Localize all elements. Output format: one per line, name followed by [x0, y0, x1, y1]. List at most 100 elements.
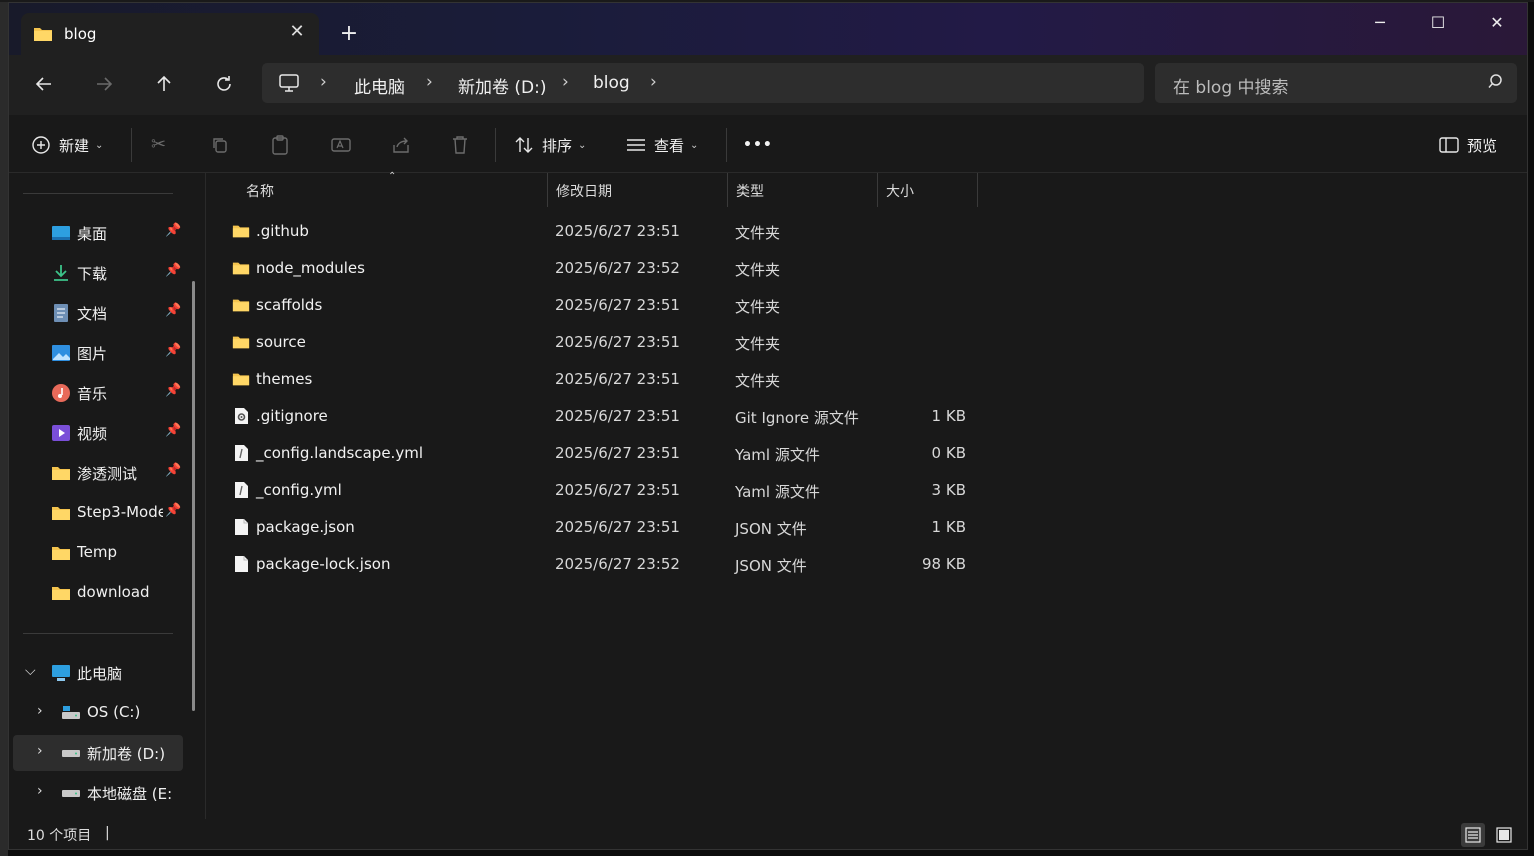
more-options-button[interactable]: •••	[743, 133, 773, 157]
table-row[interactable]: .gitignore 2025/6/27 23:51 Git Ignore 源文…	[228, 398, 988, 435]
maximize-button[interactable]: ☐	[1418, 11, 1458, 35]
table-row[interactable]: package.json 2025/6/27 23:51 JSON 文件 1 K…	[228, 509, 988, 546]
chevron-right-icon[interactable]: ›	[37, 703, 43, 719]
table-row[interactable]: _config.yml 2025/6/27 23:51 Yaml 源文件 3 K…	[228, 472, 988, 509]
cut-button[interactable]: ✂	[151, 133, 166, 157]
sort-button[interactable]: 排序 ⌄	[514, 133, 586, 157]
up-button[interactable]	[147, 73, 181, 99]
table-row[interactable]: _config.landscape.yml 2025/6/27 23:51 Ya…	[228, 435, 988, 472]
toolbar-divider	[726, 128, 727, 162]
forward-button[interactable]	[87, 73, 121, 99]
sidebar-item-desktop[interactable]: 桌面 📌	[13, 215, 183, 251]
refresh-icon	[217, 76, 231, 91]
chevron-down-icon[interactable]: ⌵	[25, 663, 36, 679]
tab-close-button[interactable]: ✕	[286, 21, 308, 43]
sidebar-item-download-folder[interactable]: download	[13, 575, 183, 611]
file-modified: 2025/6/27 23:51	[555, 481, 680, 499]
folder-icon	[52, 507, 70, 520]
file-name: themes	[256, 370, 313, 388]
address-bar[interactable]: › 此电脑 › 新加卷 (D:) › blog ›	[262, 63, 1144, 103]
table-row[interactable]: .github 2025/6/27 23:51 文件夹	[228, 213, 988, 250]
details-view-button[interactable]	[1461, 823, 1485, 847]
copy-button[interactable]	[211, 133, 229, 157]
back-button[interactable]	[27, 73, 61, 99]
column-divider[interactable]	[547, 173, 548, 207]
sidebar-item-documents[interactable]: 文档 📌	[13, 295, 183, 331]
tab-blog[interactable]: blog ✕	[21, 13, 319, 55]
chevron-right-icon[interactable]: ›	[37, 743, 43, 759]
sidebar-item-music[interactable]: 音乐 📌	[13, 375, 183, 411]
breadcrumb-blog[interactable]: blog	[593, 73, 630, 93]
search-box[interactable]: 在 blog 中搜索	[1155, 63, 1517, 103]
thumbnail-view-icon	[1496, 827, 1512, 843]
pin-icon: 📌	[165, 383, 182, 398]
sidebar-item-label: 音乐	[77, 385, 108, 403]
details-view-icon	[1465, 827, 1481, 843]
table-row[interactable]: themes 2025/6/27 23:51 文件夹	[228, 361, 988, 398]
folder-icon	[232, 299, 250, 312]
delete-button[interactable]	[451, 133, 469, 157]
chevron-right-icon[interactable]: ›	[320, 72, 327, 92]
title-bar: blog ✕ + ─ ☐ ✕	[9, 3, 1527, 55]
sidebar-item-downloads[interactable]: 下载 📌	[13, 255, 183, 291]
column-divider[interactable]	[727, 173, 728, 207]
status-bar: 10 个项目 |	[9, 819, 1527, 849]
preview-pane-button[interactable]: 预览	[1439, 133, 1497, 157]
paste-button[interactable]	[271, 133, 289, 157]
status-separator: |	[105, 825, 110, 841]
new-button[interactable]: 新建 ⌄	[31, 133, 103, 157]
monitor-icon	[279, 74, 299, 92]
share-icon	[393, 137, 409, 153]
sidebar-item-drive-d[interactable]: › 新加卷 (D:)	[13, 735, 183, 771]
table-row[interactable]: node_modules 2025/6/27 23:52 文件夹	[228, 250, 988, 287]
breadcrumb-this-pc[interactable]: 此电脑	[354, 73, 405, 98]
file-type: JSON 文件	[735, 520, 807, 538]
sidebar-item-label: 视频	[77, 425, 108, 443]
large-icons-view-button[interactable]	[1492, 823, 1516, 847]
pin-icon: 📌	[165, 223, 182, 238]
chevron-right-icon[interactable]: ›	[426, 72, 433, 92]
refresh-button[interactable]	[207, 73, 241, 99]
file-list: ⌃ 名称 修改日期 类型 大小 .github 2025/6/27 23:51 …	[206, 171, 1527, 819]
column-name[interactable]: 名称	[246, 181, 274, 201]
file-type: 文件夹	[735, 372, 781, 390]
sidebar-item-this-pc[interactable]: ⌵ 此电脑	[13, 655, 183, 691]
view-button[interactable]: 查看 ⌄	[626, 133, 698, 157]
table-row[interactable]: package-lock.json 2025/6/27 23:52 JSON 文…	[228, 546, 988, 583]
sidebar-item-pentest[interactable]: 渗透测试 📌	[13, 455, 183, 491]
file-modified: 2025/6/27 23:51	[555, 444, 680, 462]
sidebar-item-temp[interactable]: Temp	[13, 535, 183, 571]
file-name: node_modules	[256, 259, 365, 277]
chevron-right-icon[interactable]: ›	[650, 72, 657, 92]
sidebar-item-pictures[interactable]: 图片 📌	[13, 335, 183, 371]
sidebar-item-label: 桌面	[77, 225, 108, 243]
folder-icon	[52, 587, 70, 600]
pictures-icon	[52, 345, 70, 361]
rename-icon	[331, 138, 351, 152]
close-window-button[interactable]: ✕	[1477, 11, 1517, 35]
sidebar-item-drive-e[interactable]: › 本地磁盘 (E:)	[13, 775, 183, 811]
pin-icon: 📌	[165, 423, 182, 438]
download-icon	[54, 265, 68, 281]
file-name: _config.landscape.yml	[256, 444, 423, 462]
sidebar-item-videos[interactable]: 视频 📌	[13, 415, 183, 451]
column-divider[interactable]	[977, 173, 978, 207]
column-modified[interactable]: 修改日期	[556, 181, 612, 201]
column-size[interactable]: 大小	[886, 181, 914, 201]
share-button[interactable]	[391, 133, 411, 157]
search-placeholder: 在 blog 中搜索	[1173, 78, 1289, 98]
chevron-right-icon[interactable]: ›	[562, 72, 569, 92]
breadcrumb-drive-d[interactable]: 新加卷 (D:)	[458, 73, 547, 98]
column-divider[interactable]	[877, 173, 878, 207]
chevron-right-icon[interactable]: ›	[37, 783, 43, 799]
rename-button[interactable]	[331, 133, 351, 157]
table-row[interactable]: scaffolds 2025/6/27 23:51 文件夹	[228, 287, 988, 324]
column-type[interactable]: 类型	[736, 181, 764, 201]
minimize-button[interactable]: ─	[1360, 11, 1400, 35]
sidebar-item-step3-model[interactable]: Step3-Model 📌	[13, 495, 183, 531]
sidebar-scrollbar[interactable]	[192, 281, 195, 711]
sidebar-item-drive-c[interactable]: › OS (C:)	[13, 695, 183, 731]
table-row[interactable]: source 2025/6/27 23:51 文件夹	[228, 324, 988, 361]
sidebar-item-label: 下载	[77, 265, 108, 283]
new-tab-button[interactable]: +	[335, 21, 363, 49]
